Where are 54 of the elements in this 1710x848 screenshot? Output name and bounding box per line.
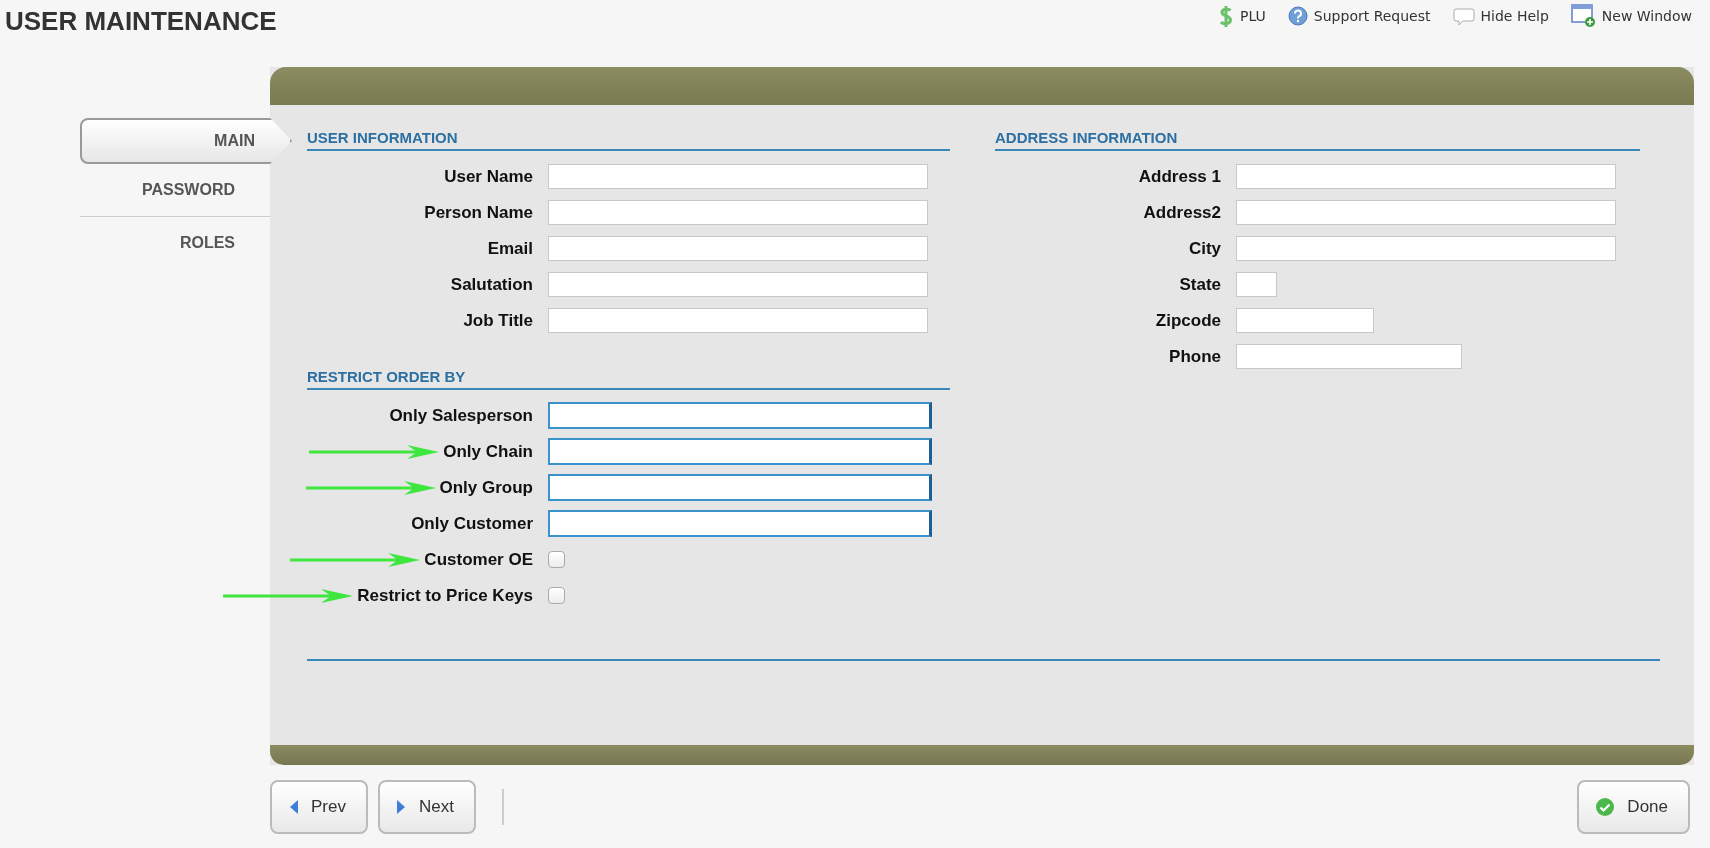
field-label: Address 1 — [1138, 166, 1221, 187]
toolbar-link[interactable]: Hide Help — [1452, 4, 1549, 28]
prev-button[interactable]: Prev — [270, 780, 368, 834]
right-triangle-icon — [395, 799, 407, 815]
page-title: USER MAINTENANCE — [5, 6, 277, 37]
section-heading: RESTRICT ORDER BY — [307, 368, 950, 390]
input-field[interactable] — [548, 308, 928, 333]
field-label: Restrict to Price Keys — [357, 585, 533, 606]
checkbox[interactable] — [548, 551, 565, 568]
dollar-icon — [1218, 4, 1235, 28]
field-label: Email — [487, 238, 533, 259]
section-heading: ADDRESS INFORMATION — [995, 129, 1640, 151]
help-icon — [1287, 6, 1308, 26]
input-field[interactable] — [1236, 308, 1374, 333]
field-label: State — [1179, 274, 1221, 295]
field-label: Only Salesperson — [389, 405, 533, 426]
tab[interactable]: MAIN — [80, 118, 292, 164]
input-field[interactable] — [548, 200, 928, 225]
toolbar-link[interactable]: PLU — [1218, 4, 1266, 28]
input-field[interactable] — [548, 272, 928, 297]
left-triangle-icon — [288, 799, 299, 815]
input-field[interactable] — [1236, 344, 1462, 369]
toolbar-link[interactable]: New Window — [1570, 4, 1692, 28]
field-label: Job Title — [463, 310, 533, 331]
next-button[interactable]: Next — [377, 780, 476, 834]
field-label: Only Chain — [443, 441, 533, 462]
field-label: Only Customer — [411, 513, 533, 534]
field-label: Only Group — [439, 477, 533, 498]
speech-bubble-icon — [1452, 6, 1475, 26]
done-button[interactable]: Done — [1577, 780, 1690, 834]
tab[interactable]: ROLES — [80, 217, 270, 269]
field-label: Person Name — [424, 202, 533, 223]
field-label: Customer OE — [424, 549, 533, 570]
input-field[interactable] — [1236, 272, 1277, 297]
field-label: User Name — [444, 166, 533, 187]
toolbar-link[interactable]: Support Request — [1287, 4, 1431, 28]
field-label: Zipcode — [1155, 310, 1221, 331]
section-heading: USER INFORMATION — [307, 129, 950, 151]
field-label: City — [1188, 238, 1221, 259]
field-label: Address2 — [1143, 202, 1221, 223]
checkbox[interactable] — [548, 587, 565, 604]
field-label: Salutation — [450, 274, 533, 295]
input-field[interactable] — [548, 236, 928, 261]
input-field[interactable] — [548, 164, 928, 189]
input-field[interactable] — [548, 474, 932, 501]
new-window-icon — [1570, 4, 1596, 28]
input-field[interactable] — [548, 402, 932, 429]
input-field[interactable] — [1236, 164, 1616, 189]
input-field[interactable] — [548, 510, 932, 537]
input-field[interactable] — [1236, 236, 1616, 261]
input-field[interactable] — [1236, 200, 1616, 225]
check-icon — [1595, 797, 1616, 817]
input-field[interactable] — [548, 438, 932, 465]
field-label: Phone — [1169, 346, 1221, 367]
